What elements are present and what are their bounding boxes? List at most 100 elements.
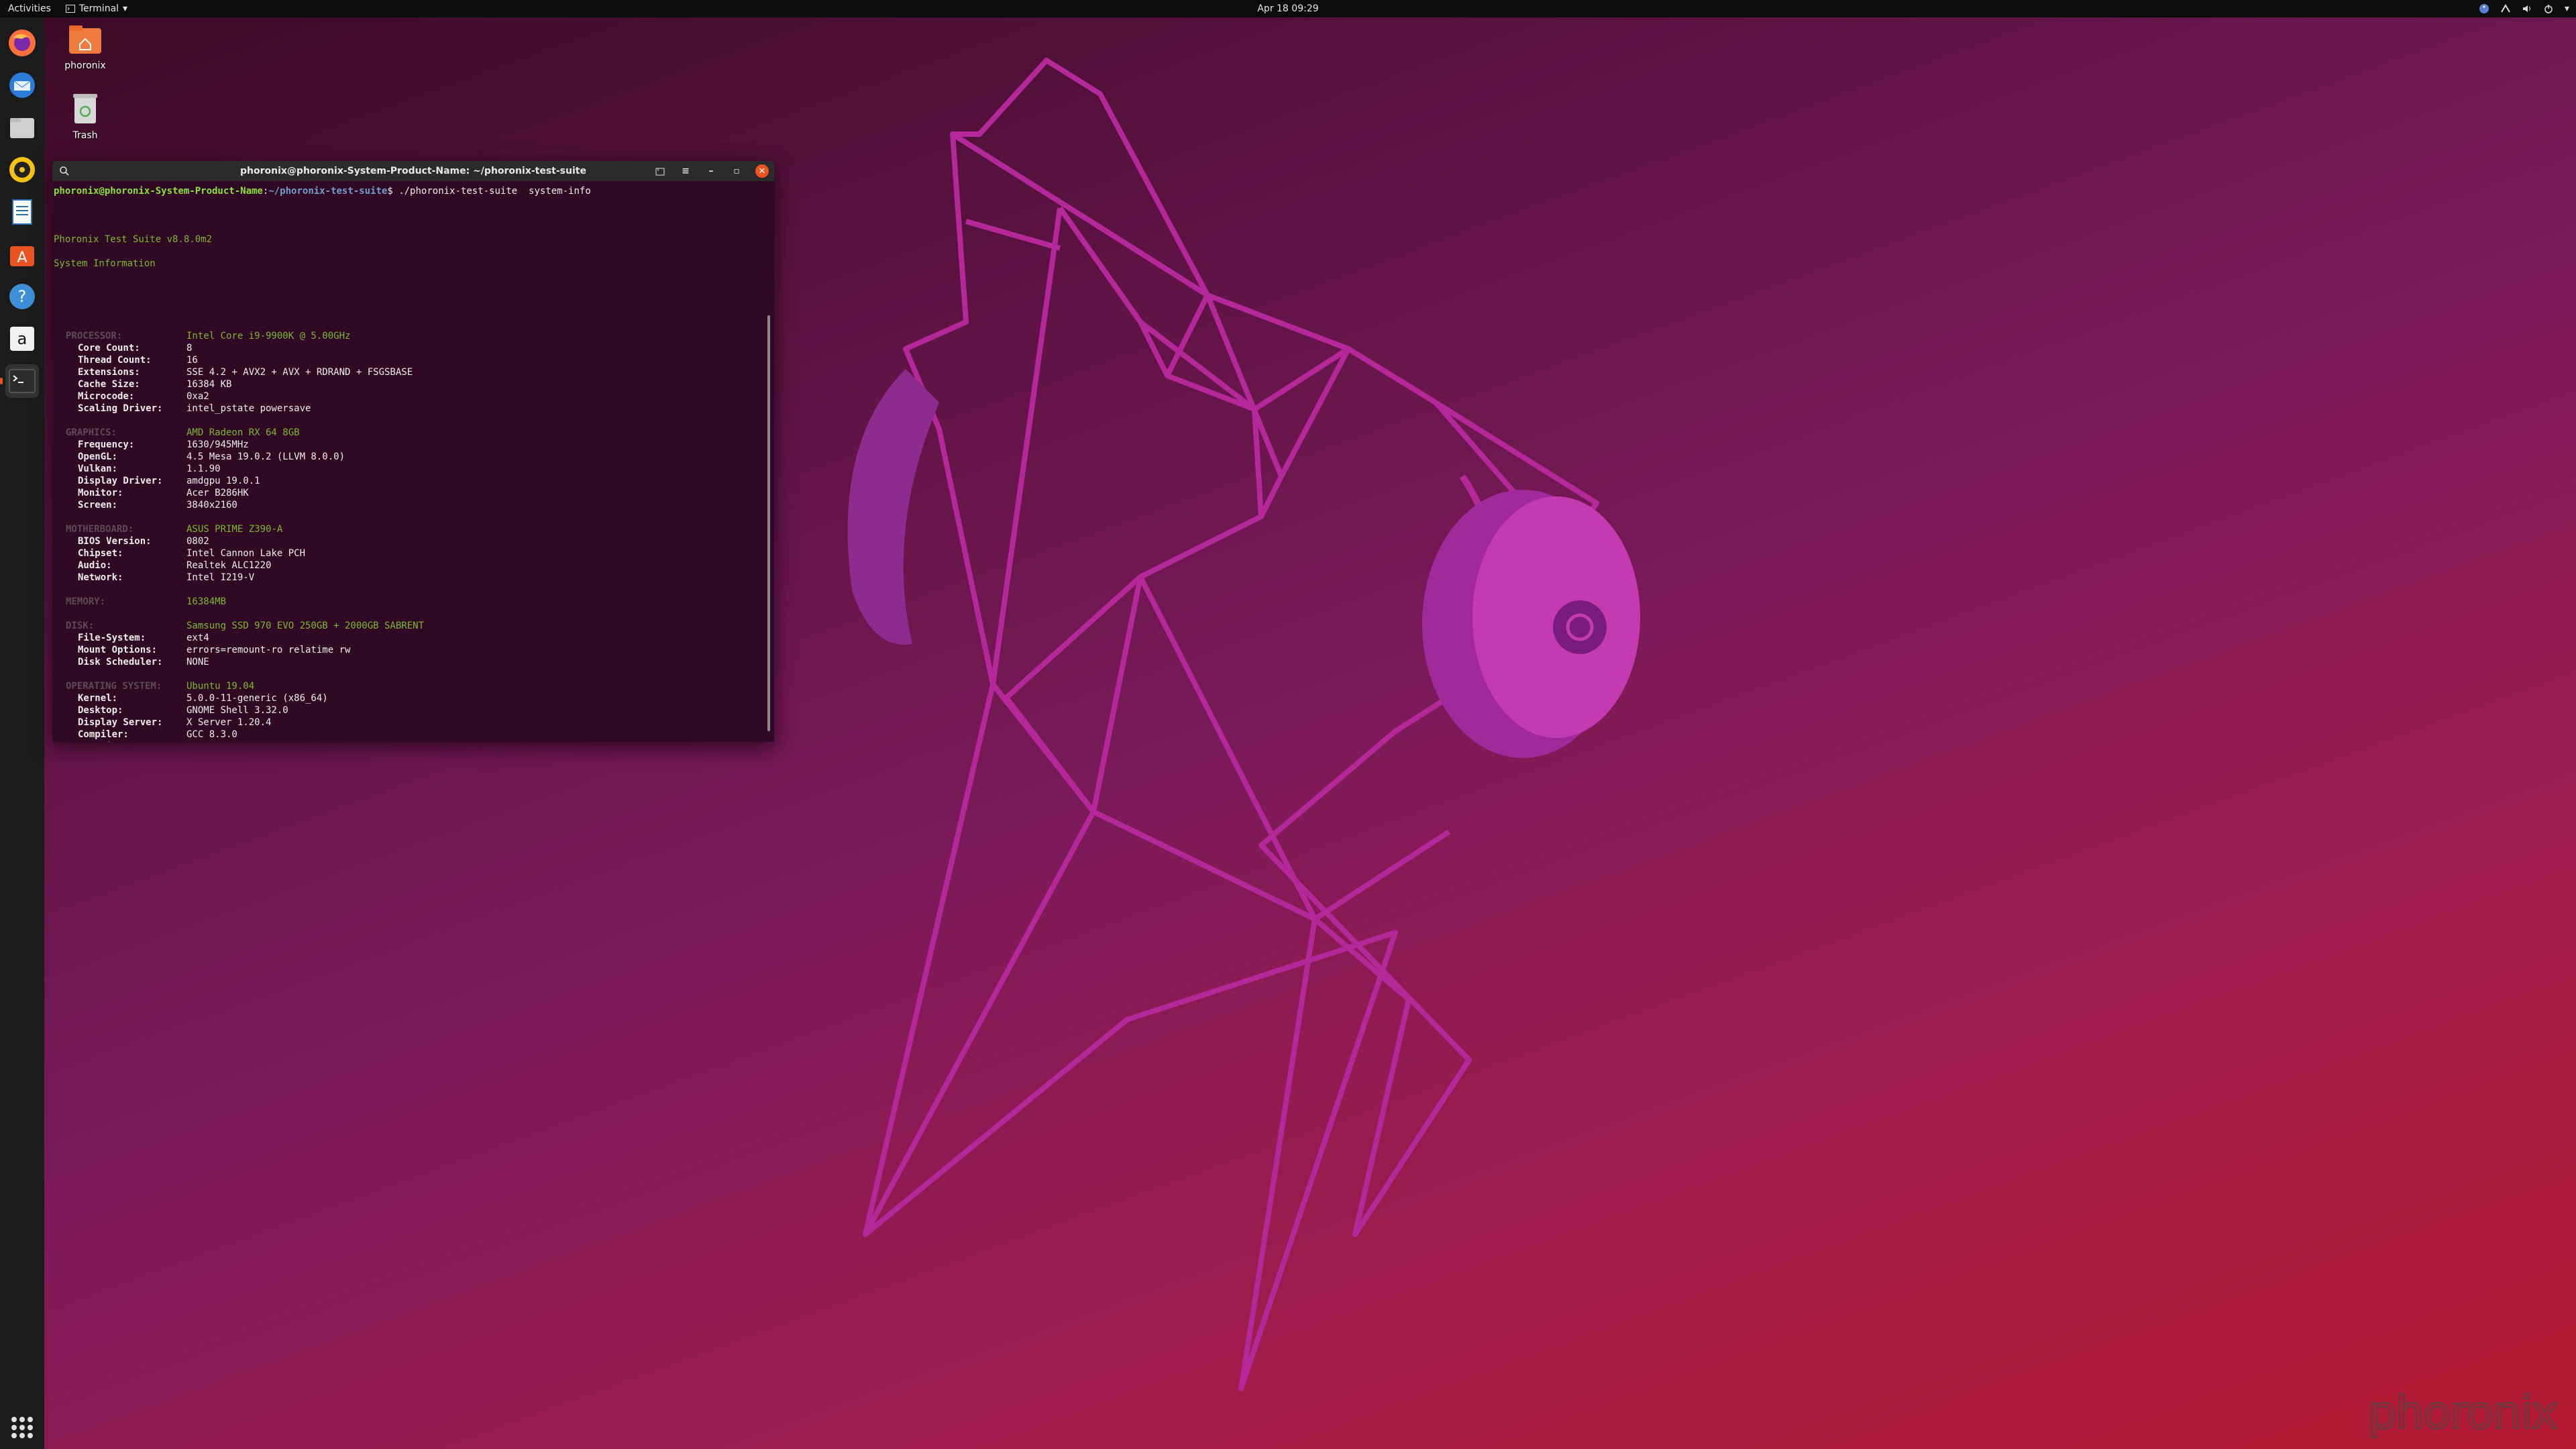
info-row: Desktop: GNOME Shell 3.32.0 <box>54 704 774 716</box>
section-value: ASUS PRIME Z390-A <box>186 524 283 535</box>
volume-icon[interactable] <box>2522 3 2532 14</box>
info-key: Mount Options: <box>78 645 158 655</box>
info-row: Frequency: 1630/945MHz <box>54 439 774 451</box>
section-header: MEMORY: 16384MB <box>54 596 774 608</box>
info-key: Screen: <box>78 500 118 511</box>
section-name: OPERATING SYSTEM: <box>66 681 162 692</box>
section-header: GRAPHICS: AMD Radeon RX 64 8GB <box>54 427 774 439</box>
info-value: 5.0.0-11-generic (x86_64) <box>186 693 328 704</box>
section-value: Ubuntu 19.04 <box>186 681 255 692</box>
close-icon[interactable]: ✕ <box>755 164 769 178</box>
info-row: Monitor: Acer B286HK <box>54 487 774 499</box>
info-key: Display Driver: <box>78 476 163 486</box>
scrollbar[interactable] <box>767 315 770 731</box>
info-row: Thread Count: 16 <box>54 354 774 366</box>
info-row: Screen: 3840x2160 <box>54 499 774 511</box>
info-key: Desktop: <box>78 705 123 716</box>
minimize-icon[interactable]: – <box>704 164 718 178</box>
show-applications-button[interactable] <box>11 1417 33 1438</box>
info-key: BIOS Version: <box>78 536 152 547</box>
info-row: Vulkan: 1.1.90 <box>54 463 774 475</box>
new-tab-icon[interactable] <box>653 164 667 178</box>
info-value: GCC 8.3.0 <box>186 729 237 740</box>
desktop-icon-label: phoronix <box>64 60 106 71</box>
terminal-launcher[interactable] <box>0 364 39 398</box>
desktop-icon-label: Trash <box>72 130 98 141</box>
info-row: Cache Size: 16384 KB <box>54 378 774 390</box>
thunderbird-launcher[interactable] <box>5 68 39 102</box>
info-row: Disk Scheduler: NONE <box>54 656 774 668</box>
info-row: Display Driver: amdgpu 19.0.1 <box>54 475 774 487</box>
info-key: Scaling Driver: <box>78 403 163 414</box>
terminal-icon <box>9 369 36 393</box>
terminal-window[interactable]: phoronix@phoronix-System-Product-Name: ~… <box>52 161 774 742</box>
info-key: Audio: <box>78 560 112 571</box>
top-bar: Activities Terminal ▾ Apr 18 09:29 ▾ <box>0 0 2576 17</box>
info-row: Core Count: 8 <box>54 342 774 354</box>
info-row: Mount Options: errors=remount-ro relatime… <box>54 644 774 656</box>
info-row: Scaling Driver: intel_pstate powersave <box>54 402 774 415</box>
section-name: DISK: <box>66 621 95 631</box>
thunderbird-icon <box>9 72 35 98</box>
info-value: Intel Cannon Lake PCH <box>186 548 306 559</box>
software-launcher[interactable]: A <box>5 237 39 271</box>
activities-button[interactable]: Activities <box>8 3 51 14</box>
terminal-output[interactable]: phoronix@phoronix-System-Product-Name:~/… <box>52 181 774 742</box>
power-icon[interactable] <box>2543 3 2554 14</box>
info-value: GNOME Shell 3.32.0 <box>186 705 288 716</box>
info-value: NONE <box>186 657 209 667</box>
info-key: Monitor: <box>78 488 123 498</box>
help-icon: ? <box>9 284 35 309</box>
clock[interactable]: Apr 18 09:29 <box>1257 3 1318 14</box>
maximize-icon[interactable]: ▫ <box>730 164 743 178</box>
terminal-titlebar[interactable]: phoronix@phoronix-System-Product-Name: ~… <box>52 161 774 181</box>
help-launcher[interactable]: ? <box>5 280 39 313</box>
dock: A ? a <box>0 17 44 1449</box>
window-title: phoronix@phoronix-System-Product-Name: ~… <box>240 166 586 176</box>
ubuntu-software-icon: A <box>10 246 34 266</box>
accessibility-icon[interactable] <box>2479 3 2489 14</box>
info-value: SSE 4.2 + AVX2 + AVX + RDRAND + FSGSBASE <box>186 367 413 378</box>
files-launcher[interactable] <box>5 111 39 144</box>
section-name: GRAPHICS: <box>66 427 117 438</box>
info-key: Extensions: <box>78 367 140 378</box>
info-row: Extensions: SSE 4.2 + AVX2 + AVX + RDRAND… <box>54 366 774 378</box>
terminal-icon <box>65 5 75 13</box>
pts-subheader: System Information <box>54 258 156 269</box>
desktop-icon-trash[interactable]: Trash <box>55 91 115 141</box>
app-menu-button[interactable]: Terminal ▾ <box>65 3 127 14</box>
desktop-icon-home[interactable]: phoronix <box>55 24 115 71</box>
section-name: MEMORY: <box>66 596 106 607</box>
info-key: Security: <box>78 741 186 742</box>
network-icon[interactable] <box>2500 3 2511 14</box>
amazon-launcher[interactable]: a <box>5 322 39 356</box>
libreoffice-writer-icon <box>12 199 32 225</box>
files-icon <box>10 118 34 138</box>
info-value: __user pointer sanitization <box>186 741 339 742</box>
info-value: 1630/945MHz <box>186 439 249 450</box>
info-row: File-System: ext4 <box>54 632 774 644</box>
info-value: 0xa2 <box>186 391 209 402</box>
amazon-icon: a <box>10 327 34 351</box>
search-icon[interactable] <box>59 166 70 179</box>
info-value: 0802 <box>186 536 209 547</box>
section-name: PROCESSOR: <box>66 331 123 341</box>
info-row: Kernel: 5.0.0-11-generic (x86_64) <box>54 692 774 704</box>
info-value: 4.5 Mesa 19.0.2 (LLVM 8.0.0) <box>186 451 345 462</box>
chevron-down-icon[interactable]: ▾ <box>2565 3 2569 14</box>
info-row: Network: Intel I219-V <box>54 572 774 584</box>
info-value: intel_pstate powersave <box>186 403 311 414</box>
info-key: Kernel: <box>78 693 118 704</box>
info-row: Chipset: Intel Cannon Lake PCH <box>54 547 774 559</box>
system-tray[interactable]: ▾ <box>2479 3 2569 14</box>
info-value: 1.1.90 <box>186 464 221 474</box>
writer-launcher[interactable] <box>5 195 39 229</box>
info-key: Display Server: <box>78 717 163 728</box>
phoronix-watermark-logo: phoronix <box>2367 1386 2559 1440</box>
hamburger-menu-icon[interactable]: ≡ <box>679 164 692 178</box>
info-value: errors=remount-ro relatime rw <box>186 645 351 655</box>
info-key: Cache Size: <box>78 379 140 390</box>
rhythmbox-launcher[interactable] <box>5 153 39 186</box>
info-row: Compiler: GCC 8.3.0 <box>54 729 774 741</box>
firefox-launcher[interactable] <box>5 26 39 60</box>
